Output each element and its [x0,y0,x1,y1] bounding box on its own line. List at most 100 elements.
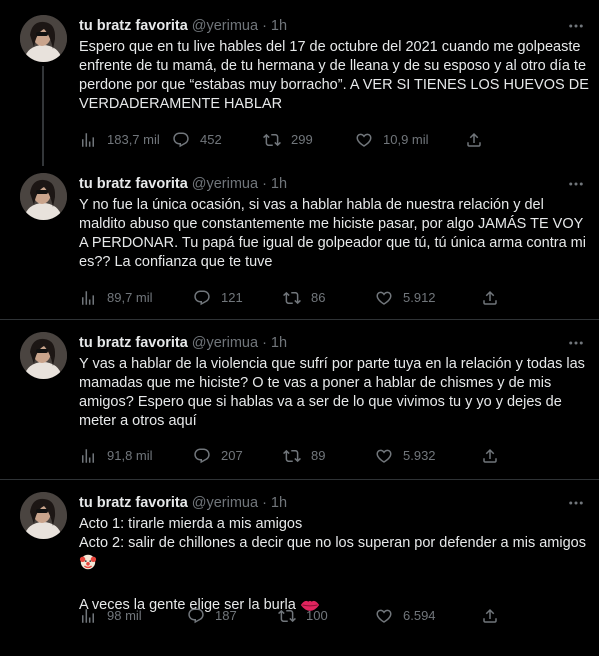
like-count: 5.912 [403,290,436,305]
tweet-text: Espero que en tu live hables del 17 de o… [79,38,589,114]
reply-bubble-icon [194,290,210,305]
timestamp[interactable]: 1h [271,175,287,194]
separator-dot: · [262,176,267,192]
timestamp[interactable]: 1h [271,494,287,513]
heart-icon [376,609,392,623]
more-dots-icon[interactable] [563,173,589,195]
action-bar: 98 mil 187 100 6.594 [79,606,509,625]
retweet-arrows-icon [263,133,281,146]
tweet-text: Y no fue la única ocasión, si vas a habl… [79,196,589,272]
display-name[interactable]: tu bratz favorita [79,334,188,353]
heart-icon [356,133,372,147]
tweet[interactable]: tu bratz favorita @yerimua · 1h Acto 1: … [0,480,599,655]
like-button[interactable]: 5.932 [375,446,481,465]
share-button[interactable] [481,607,509,625]
like-button[interactable]: 6.594 [375,606,481,625]
more-dots-icon[interactable] [563,15,589,37]
tweet[interactable]: tu bratz favorita @yerimua · 1h Y no fue… [0,160,599,320]
avatar[interactable] [20,15,67,62]
like-count: 5.932 [403,448,436,463]
views-count: 183,7 mil [107,132,160,147]
user-handle[interactable]: @yerimua [192,494,258,513]
tweet-text: Y vas a hablar de la violencia que sufrí… [79,355,589,431]
timestamp[interactable]: 1h [271,17,287,36]
views-button[interactable]: 91,8 mil [79,446,193,465]
reply-bubble-icon [173,132,189,147]
retweet-count: 89 [311,448,326,463]
like-count: 10,9 mil [383,132,429,147]
action-bar: 91,8 mil 207 89 5.932 [79,446,509,465]
tweet-text: Acto 1: tirarle mierda a mis amigos Acto… [79,515,589,618]
views-button[interactable]: 98 mil [79,606,187,625]
action-bar: 89,7 mil 121 86 5.912 [79,288,509,307]
like-button[interactable]: 10,9 mil [355,130,465,149]
views-chart-icon [82,608,94,623]
reply-count: 121 [221,290,243,305]
retweet-count: 100 [306,608,328,623]
action-bar: 183,7 mil 452 299 10,9 mil [79,130,509,149]
tweet-text-line [79,577,589,596]
timestamp[interactable]: 1h [271,334,287,353]
tweet-text-line: Acto 1: tirarle mierda a mis amigos [79,516,303,532]
share-button[interactable] [481,289,509,307]
views-chart-icon [82,290,94,305]
clown-face-icon [79,553,97,577]
retweet-button[interactable]: 86 [283,288,375,307]
views-count: 98 mil [107,608,142,623]
share-button[interactable] [465,131,493,149]
retweet-button[interactable]: 299 [263,130,355,149]
more-dots-icon[interactable] [563,492,589,514]
share-upload-icon [483,290,497,305]
reply-count: 187 [215,608,237,623]
reply-bubble-icon [194,448,210,463]
reply-bubble-icon [188,608,204,623]
avatar[interactable] [20,332,67,379]
tweet-text-line: Espero que en tu live hables del 17 de o… [79,39,589,112]
tweet[interactable]: tu bratz favorita @yerimua · 1h Y vas a … [0,320,599,480]
tweet-text-line: Y no fue la única ocasión, si vas a habl… [79,197,586,270]
views-count: 89,7 mil [107,290,153,305]
reply-button[interactable]: 121 [193,288,283,307]
user-handle[interactable]: @yerimua [192,175,258,194]
avatar[interactable] [20,492,67,539]
like-count: 6.594 [403,608,436,623]
reply-count: 452 [200,132,222,147]
separator-dot: · [262,335,267,351]
separator-dot: · [262,18,267,34]
reply-button[interactable]: 187 [187,606,278,625]
separator-dot: · [262,495,267,511]
tweet[interactable]: tu bratz favorita @yerimua · 1h Espero q… [0,0,599,166]
share-upload-icon [483,608,497,623]
share-upload-icon [483,448,497,463]
tweet-text-line: Acto 2: salir de chillones a decir que n… [79,534,589,577]
retweet-button[interactable]: 89 [283,446,375,465]
user-handle[interactable]: @yerimua [192,17,258,36]
share-button[interactable] [481,447,509,465]
like-button[interactable]: 5.912 [375,288,481,307]
avatar[interactable] [20,173,67,220]
tweet-thread: tu bratz favorita @yerimua · 1h Espero q… [0,0,599,655]
reply-button[interactable]: 207 [193,446,283,465]
heart-icon [376,291,392,305]
retweet-arrows-icon [278,609,296,622]
user-handle[interactable]: @yerimua [192,334,258,353]
retweet-arrows-icon [283,291,301,304]
views-count: 91,8 mil [107,448,153,463]
tweet-text-fragment: Acto 2: salir de chillones a decir que n… [79,535,586,551]
views-button[interactable]: 89,7 mil [79,288,193,307]
more-dots-icon[interactable] [563,332,589,354]
display-name[interactable]: tu bratz favorita [79,17,188,36]
retweet-count: 86 [311,290,326,305]
heart-icon [376,449,392,463]
retweet-button[interactable]: 100 [278,606,375,625]
display-name[interactable]: tu bratz favorita [79,175,188,194]
retweet-count: 299 [291,132,313,147]
reply-button[interactable]: 452 [172,130,263,149]
display-name[interactable]: tu bratz favorita [79,494,188,513]
reply-count: 207 [221,448,243,463]
views-chart-icon [82,132,94,147]
views-button[interactable]: 183,7 mil [79,130,172,149]
tweet-text-line: Y vas a hablar de la violencia que sufrí… [79,356,585,429]
thread-line [42,66,44,166]
retweet-arrows-icon [283,449,301,462]
